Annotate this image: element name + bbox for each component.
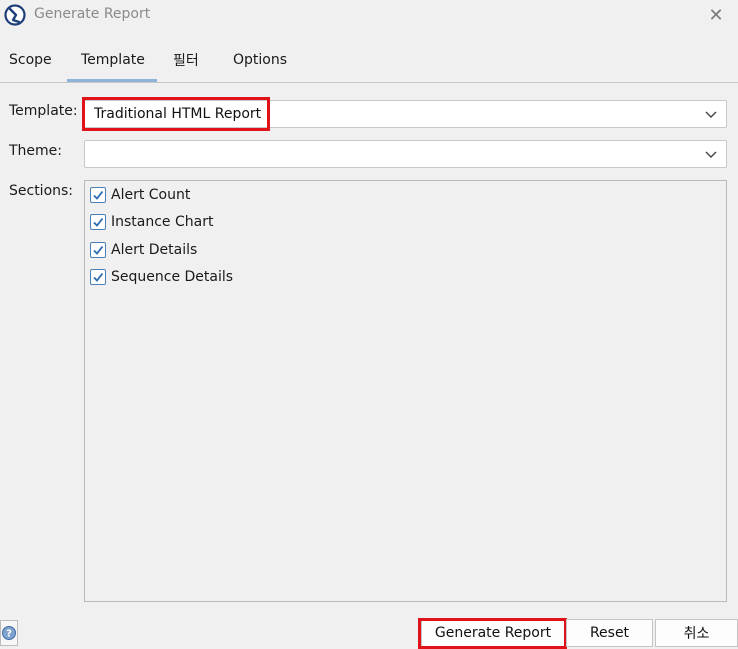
template-dropdown[interactable]: Traditional HTML Report — [84, 100, 727, 128]
section-label: Alert Details — [111, 242, 198, 258]
section-sequence-details[interactable]: Sequence Details — [90, 267, 233, 287]
section-instance-chart[interactable]: Instance Chart — [90, 212, 213, 232]
section-label: Alert Count — [111, 187, 191, 203]
sections-label: Sections: — [9, 183, 74, 199]
cancel-button[interactable]: 취소 — [655, 619, 738, 647]
section-label: Instance Chart — [111, 214, 214, 230]
tab-options[interactable]: Options — [233, 52, 287, 68]
close-icon: ✕ — [708, 4, 724, 26]
generate-report-dialog: Generate Report ✕ Scope Template 필터 Opti… — [0, 0, 738, 649]
generate-report-button[interactable]: Generate Report — [421, 619, 565, 647]
template-label: Template: — [9, 103, 78, 119]
checkbox-checked-icon[interactable] — [90, 214, 106, 230]
tab-template[interactable]: Template — [81, 52, 145, 68]
section-alert-count[interactable]: Alert Count — [90, 185, 190, 205]
reset-button[interactable]: Reset — [566, 619, 653, 647]
section-label: Sequence Details — [111, 269, 234, 285]
help-button[interactable]: ? — [0, 620, 18, 646]
checkbox-checked-icon[interactable] — [90, 242, 106, 258]
checkbox-checked-icon[interactable] — [90, 187, 106, 203]
svg-text:?: ? — [6, 629, 12, 640]
tab-scope[interactable]: Scope — [9, 52, 52, 68]
window-title: Generate Report — [34, 6, 151, 22]
section-alert-details[interactable]: Alert Details — [90, 240, 197, 260]
chevron-down-icon — [705, 151, 717, 158]
template-dropdown-value: Traditional HTML Report — [94, 106, 262, 122]
tab-filter[interactable]: 필터 — [173, 50, 199, 70]
checkbox-checked-icon[interactable] — [90, 269, 106, 285]
app-logo-icon — [4, 4, 26, 26]
theme-dropdown[interactable] — [84, 140, 727, 168]
title-bar: Generate Report ✕ — [0, 0, 738, 32]
tab-strip: Scope Template 필터 Options — [0, 44, 738, 82]
tab-divider — [0, 82, 738, 83]
close-button[interactable]: ✕ — [700, 0, 732, 30]
chevron-down-icon — [705, 111, 717, 118]
theme-label: Theme: — [9, 143, 63, 159]
help-question-icon: ? — [2, 626, 16, 640]
sections-list: Alert Count Instance Chart Alert Details… — [84, 180, 727, 602]
